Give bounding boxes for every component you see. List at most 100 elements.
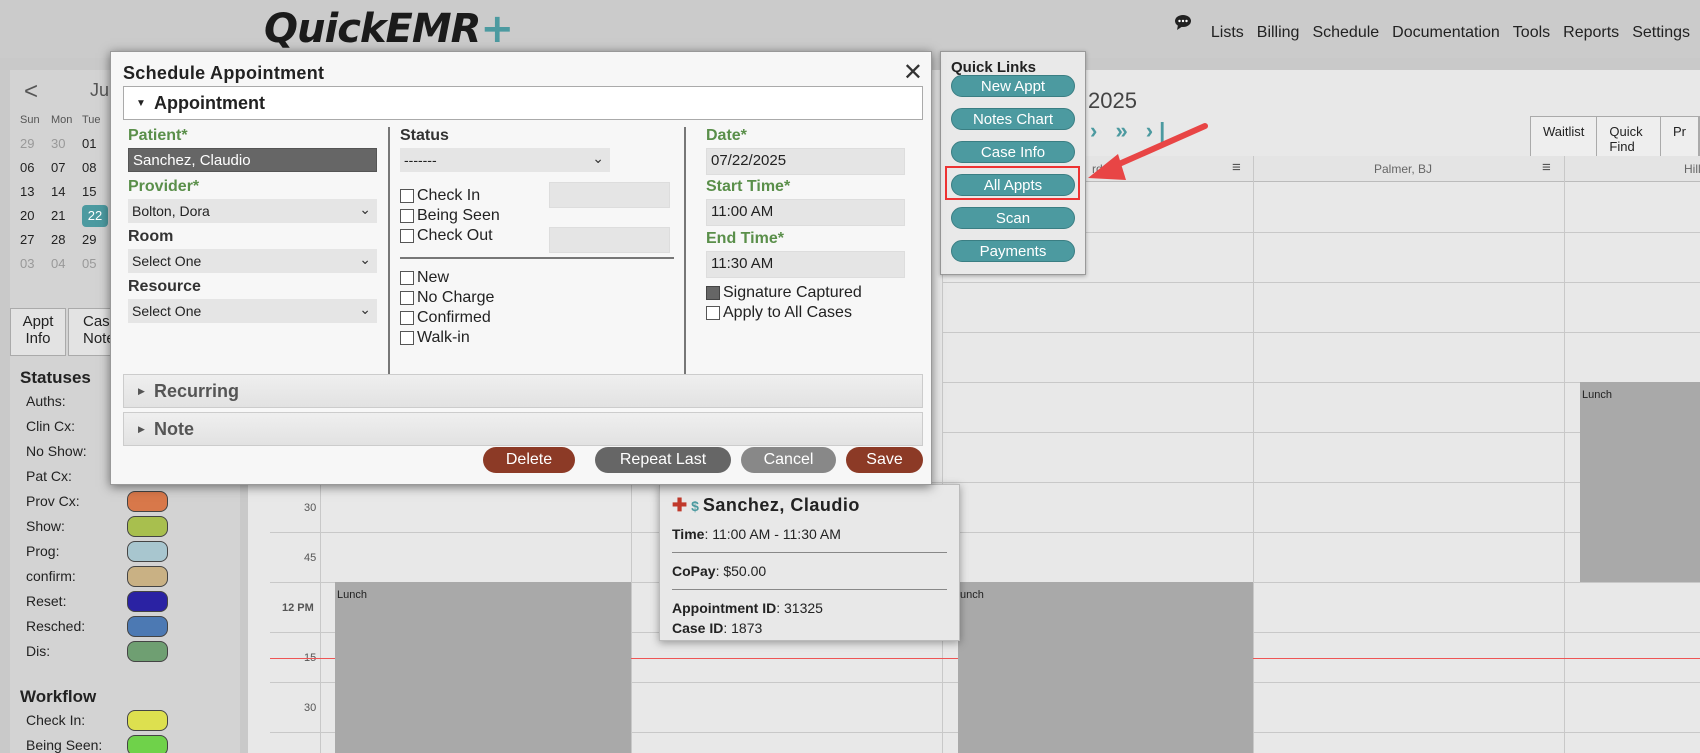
color-swatch[interactable] (127, 616, 168, 637)
workflow-heading: Workflow (20, 687, 97, 706)
checkbox[interactable] (400, 331, 414, 345)
quick-links-heading: Quick Links (951, 59, 1037, 76)
checkbox[interactable] (400, 209, 414, 223)
calendar-day[interactable]: 29 (20, 133, 51, 155)
nav-item-reports[interactable]: Reports (1563, 24, 1619, 42)
lunch-block[interactable]: unch (958, 582, 1253, 753)
calendar-day[interactable]: 01 (82, 133, 113, 155)
case-info-button[interactable]: Case Info (951, 141, 1075, 163)
color-swatch[interactable] (127, 541, 168, 562)
app-logo[interactable]: QuickEMR+ (264, 6, 514, 52)
save-button[interactable]: Save (846, 447, 923, 473)
cancel-button[interactable]: Cancel (741, 447, 836, 473)
waitlist-button[interactable]: Waitlist (1531, 117, 1598, 161)
calendar-day[interactable]: 28 (51, 229, 82, 251)
note-section-header[interactable]: ▶ Note (123, 412, 923, 446)
tooltip-case-id: Case ID: 1873 (672, 620, 763, 636)
weekday-label: Sun (20, 114, 40, 126)
checkbox[interactable] (400, 271, 414, 285)
calendar-day[interactable]: 08 (82, 157, 113, 179)
calendar-day[interactable]: 21 (51, 205, 82, 227)
repeat-last-button[interactable]: Repeat Last (595, 447, 731, 473)
provider-select[interactable]: Bolton, Dora ⌄ (128, 199, 377, 223)
nav-item-schedule[interactable]: Schedule (1312, 24, 1379, 42)
calendar-prev-icon[interactable]: < (24, 78, 38, 106)
calendar-day[interactable]: 29 (82, 229, 113, 251)
calendar-day[interactable]: 04 (51, 253, 82, 275)
appointment-section-header[interactable]: ▼ Appointment (123, 86, 923, 120)
end-time-field[interactable]: 11:30 AM (706, 251, 905, 278)
room-select[interactable]: Select One ⌄ (128, 249, 377, 273)
checkbox[interactable] (400, 311, 414, 325)
calendar-day[interactable]: 15 (82, 181, 113, 203)
apply-all-cases-checkbox[interactable]: Apply to All Cases (706, 304, 852, 322)
lunch-block[interactable]: Lunch (335, 582, 631, 753)
nav-item-lists[interactable]: Lists (1211, 24, 1244, 42)
chat-icon[interactable] (1174, 14, 1192, 30)
checkbox-checked[interactable] (706, 286, 720, 300)
new-appt-button[interactable]: New Appt (951, 75, 1075, 97)
chevron-down-icon: ⌄ (592, 150, 604, 166)
calendar-day[interactable]: 14 (51, 181, 82, 203)
highlight-box (945, 166, 1080, 200)
color-swatch[interactable] (127, 591, 168, 612)
checkbox[interactable] (400, 291, 414, 305)
tab-appt-info[interactable]: Appt Info (10, 308, 66, 356)
no-charge-checkbox[interactable]: No Charge (400, 289, 494, 307)
calendar-day[interactable]: 20 (20, 205, 51, 227)
check-in-time-field[interactable] (549, 182, 670, 208)
check-in-checkbox[interactable]: Check In (400, 187, 480, 205)
caret-right-icon: ▶ (138, 424, 145, 434)
calendar-week-row: 29 30 01 (20, 133, 113, 155)
color-swatch[interactable] (127, 710, 168, 731)
color-swatch[interactable] (127, 516, 168, 537)
status-label: Clin Cx: (26, 418, 76, 434)
resource-select[interactable]: Select One ⌄ (128, 299, 377, 323)
date-field[interactable]: 07/22/2025 (706, 148, 905, 175)
check-out-checkbox[interactable]: Check Out (400, 227, 493, 245)
payments-button[interactable]: Payments (951, 240, 1075, 262)
nav-item-documentation[interactable]: Documentation (1392, 24, 1500, 42)
column-menu-icon[interactable]: ≡ (1542, 159, 1551, 176)
calendar-day[interactable]: 22 (82, 205, 108, 227)
column-menu-icon[interactable]: ≡ (1232, 159, 1241, 176)
color-swatch[interactable] (127, 641, 168, 662)
start-time-field[interactable]: 11:00 AM (706, 199, 905, 226)
calendar-day[interactable]: 13 (20, 181, 51, 203)
checkbox[interactable] (400, 189, 414, 203)
print-button[interactable]: Pr (1661, 117, 1699, 161)
checkbox[interactable] (400, 229, 414, 243)
weekday-label: Tue (82, 114, 101, 126)
calendar-day[interactable]: 30 (51, 133, 82, 155)
nav-item-billing[interactable]: Billing (1257, 24, 1300, 42)
lunch-block[interactable]: Lunch (1580, 382, 1700, 582)
new-checkbox[interactable]: New (400, 269, 449, 287)
signature-captured-checkbox[interactable]: Signature Captured (706, 284, 862, 302)
confirmed-checkbox[interactable]: Confirmed (400, 309, 491, 327)
checkbox[interactable] (706, 306, 720, 320)
calendar-day[interactable]: 27 (20, 229, 51, 251)
calendar-day[interactable]: 06 (20, 157, 51, 179)
walk-in-checkbox[interactable]: Walk-in (400, 329, 470, 347)
calendar-day[interactable]: 05 (82, 253, 113, 275)
check-out-time-field[interactable] (549, 227, 670, 253)
color-swatch[interactable] (127, 491, 168, 512)
nav-item-settings[interactable]: Settings (1632, 24, 1690, 42)
close-icon[interactable]: ✕ (903, 58, 923, 87)
status-select[interactable]: ------- ⌄ (400, 148, 610, 172)
nav-item-tools[interactable]: Tools (1513, 24, 1550, 42)
notes-chart-button[interactable]: Notes Chart (951, 108, 1075, 130)
color-swatch[interactable] (127, 566, 168, 587)
status-label: Pat Cx: (26, 468, 72, 484)
appointment-tooltip: ✚ $ Sanchez, Claudio Time: 11:00 AM - 11… (659, 484, 960, 641)
recurring-section-header[interactable]: ▶ Recurring (123, 374, 923, 408)
being-seen-checkbox[interactable]: Being Seen (400, 207, 500, 225)
scan-button[interactable]: Scan (951, 207, 1075, 229)
status-label: Status (400, 127, 449, 144)
color-swatch[interactable] (127, 735, 168, 753)
quick-find-button[interactable]: Quick Find (1597, 117, 1661, 161)
calendar-day[interactable]: 07 (51, 157, 82, 179)
calendar-day[interactable]: 03 (20, 253, 51, 275)
delete-button[interactable]: Delete (483, 447, 575, 473)
patient-field[interactable]: Sanchez, Claudio (128, 148, 377, 172)
